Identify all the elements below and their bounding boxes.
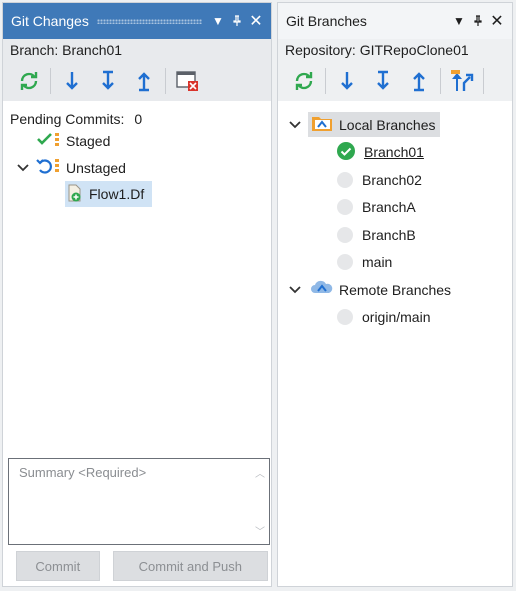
branch-status-icon — [337, 171, 353, 188]
local-branches-label: Local Branches — [339, 116, 436, 133]
unstaged-label: Unstaged — [66, 159, 126, 176]
drag-grip[interactable] — [375, 19, 443, 24]
git-changes-titlebar[interactable]: Git Changes ▼ ✕ — [3, 3, 271, 39]
remote-repo-icon — [311, 279, 333, 300]
branch-item[interactable]: main — [278, 249, 512, 277]
scroll-up-icon[interactable]: ︿ — [255, 465, 265, 480]
branch-item[interactable]: Branch01 — [278, 139, 512, 167]
branch-status-icon — [337, 254, 353, 271]
fetch-icon[interactable] — [329, 65, 365, 97]
branch-name: origin/main — [362, 309, 431, 326]
unstaged-file-item[interactable]: Flow1.Df — [65, 181, 153, 207]
push-icon[interactable] — [126, 65, 162, 97]
pending-commits-label: Pending Commits: — [10, 111, 125, 127]
remote-branches-node[interactable]: Remote Branches — [278, 276, 512, 304]
branch-name: Branch01 — [364, 144, 424, 161]
branch-item[interactable]: Branch02 — [278, 166, 512, 194]
pin-icon[interactable] — [228, 11, 246, 31]
remote-branch-item[interactable]: origin/main — [278, 304, 512, 332]
pending-commits-section: Pending Commits: 0 Staged Unstaged Flow1… — [3, 101, 271, 207]
toolbar-separator — [165, 68, 166, 94]
drag-grip[interactable] — [96, 18, 202, 24]
toolbar-separator — [50, 68, 51, 94]
commit-and-push-button[interactable]: Commit and Push — [112, 551, 268, 581]
remote-branches-label: Remote Branches — [339, 281, 452, 298]
staged-check-icon — [36, 131, 62, 150]
scroll-down-icon[interactable]: ﹀ — [255, 523, 265, 538]
branch-tree: Local Branches Branch01 Branch02 BranchA — [278, 101, 512, 331]
unstaged-undo-icon — [36, 157, 62, 178]
local-repo-icon — [311, 114, 333, 135]
toolbar-separator — [325, 68, 326, 94]
file-name: Flow1.Df — [89, 186, 145, 202]
summary-input[interactable]: Summary <Required> ︿ ﹀ — [8, 458, 270, 545]
commit-buttons: Commit Commit and Push — [3, 551, 271, 581]
chevron-down-icon[interactable] — [288, 118, 302, 132]
pending-commits-header: Pending Commits: 0 — [10, 111, 271, 127]
branch-name: Branch02 — [362, 171, 422, 188]
git-branches-titlebar[interactable]: Git Branches ▼ ✕ — [278, 3, 512, 39]
git-changes-panel: Git Changes ▼ ✕ Branch: Branch01 Pending… — [2, 2, 272, 587]
branch-item[interactable]: BranchB — [278, 221, 512, 249]
local-branches-label-wrap[interactable]: Local Branches — [308, 112, 440, 138]
repository-label: Repository: GITRepoClone01 — [278, 39, 512, 61]
branch-name: main — [362, 254, 393, 271]
staged-node[interactable]: Staged — [10, 127, 271, 154]
close-icon[interactable]: ✕ — [247, 11, 265, 31]
pull-icon[interactable] — [90, 65, 126, 97]
new-file-icon — [67, 184, 83, 205]
discard-all-icon[interactable] — [169, 65, 205, 97]
current-branch-check-icon — [337, 141, 355, 163]
branch-label: Branch: Branch01 — [3, 39, 271, 61]
refresh-icon[interactable] — [286, 65, 322, 97]
push-icon[interactable] — [401, 65, 437, 97]
chevron-down-icon[interactable] — [288, 283, 302, 297]
branch-status-icon — [337, 199, 353, 216]
remote-branches-label-wrap[interactable]: Remote Branches — [308, 277, 455, 302]
pin-icon[interactable] — [469, 11, 487, 31]
toolbar-separator — [440, 68, 441, 94]
pull-icon[interactable] — [365, 65, 401, 97]
fetch-icon[interactable] — [54, 65, 90, 97]
refresh-icon[interactable] — [11, 65, 47, 97]
summary-placeholder: Summary <Required> — [19, 465, 147, 480]
summary-scrollbar[interactable]: ︿ ﹀ — [251, 459, 269, 544]
git-branches-panel: Git Branches ▼ ✕ Repository: GITRepoClon… — [277, 2, 513, 587]
branch-status-icon — [337, 226, 353, 243]
branch-item[interactable]: BranchA — [278, 194, 512, 222]
panel-title: Git Changes — [11, 13, 89, 29]
panel-title: Git Branches — [286, 13, 367, 29]
commit-button[interactable]: Commit — [16, 551, 100, 581]
branch-name: BranchB — [362, 226, 416, 243]
chevron-down-icon[interactable] — [16, 161, 30, 175]
staged-label: Staged — [66, 132, 111, 149]
pending-commits-count: 0 — [134, 111, 143, 127]
toolbar-separator — [483, 68, 484, 94]
git-branches-toolbar — [278, 61, 512, 101]
local-branches-node[interactable]: Local Branches — [278, 111, 512, 139]
dropdown-icon[interactable]: ▼ — [209, 11, 227, 31]
branch-status-icon — [337, 309, 353, 326]
branch-icon[interactable] — [444, 65, 480, 97]
close-icon[interactable]: ✕ — [488, 11, 506, 31]
unstaged-node[interactable]: Unstaged — [10, 154, 271, 181]
branch-name: BranchA — [362, 199, 416, 216]
git-changes-toolbar — [3, 61, 271, 101]
dropdown-icon[interactable]: ▼ — [450, 11, 468, 31]
